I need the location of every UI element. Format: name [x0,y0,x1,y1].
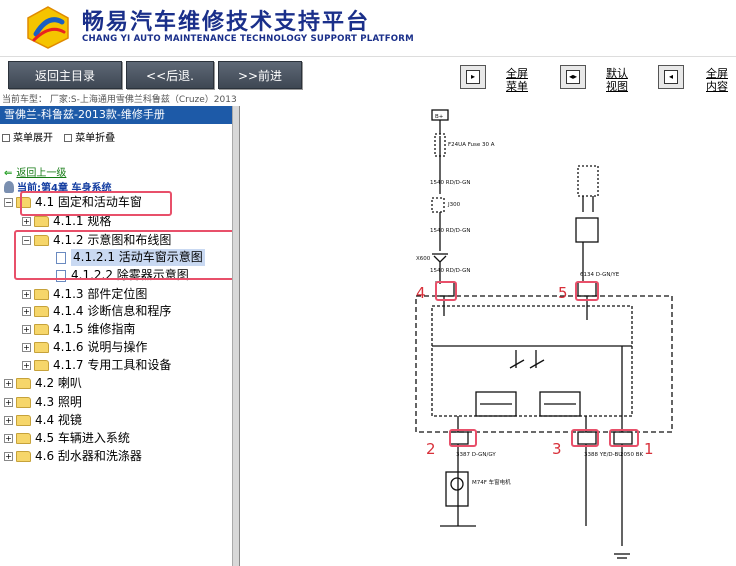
fullscreen-content-link[interactable]: 全屏 内容 [700,67,734,93]
highlight-box [14,230,236,280]
pin-number: 2 [426,440,436,458]
svg-text:2050 BK: 2050 BK [620,452,644,458]
header: 畅易汽车维修技术支持平台 CHANG YI AUTO MAINTENANCE T… [0,0,736,56]
folder-icon [34,306,49,317]
folder-icon [16,415,31,426]
fullscreen-content-icon[interactable]: ◂ [658,65,684,89]
tree-item-4-2[interactable]: +4.2 喇叭 [4,375,82,392]
collapse-toggle-icon[interactable]: − [4,198,13,207]
default-view-link[interactable]: 默认 视图 [600,67,634,93]
svg-text:B+: B+ [435,114,444,120]
manual-title: 雪佛兰-科鲁兹-2013款-维修手册 [0,106,232,124]
expand-toggle-icon[interactable]: + [22,343,31,352]
svg-text:3388 YE/D-BU: 3388 YE/D-BU [584,452,622,458]
catalog-panel: 雪佛兰-科鲁兹-2013款-维修手册 菜单展开 菜单折叠 ⇐ 返回上一级 当前:第… [0,106,236,566]
folder-icon [34,216,49,227]
expand-toggle-icon[interactable]: + [4,398,13,407]
svg-text:1540 RD/D-GN: 1540 RD/D-GN [430,228,470,234]
folder-icon [16,433,31,444]
pin4-highlight [435,281,457,301]
location-icon [4,181,14,193]
forward-button[interactable]: >>前进 [218,61,302,89]
tree-item-4-1-5[interactable]: +4.1.5 维修指南 [22,321,135,338]
folder-icon [34,289,49,300]
expand-toggle-icon[interactable]: + [4,452,13,461]
tree-item-4-1-7[interactable]: +4.1.7 专用工具和设备 [22,357,171,374]
folder-icon [16,397,31,408]
expand-toggle-icon[interactable]: + [22,361,31,370]
folder-icon [34,342,49,353]
back-button[interactable]: <<后退. [126,61,214,89]
fullscreen-menu-link[interactable]: 全屏 菜单 [500,67,534,93]
expand-toggle-icon[interactable]: + [4,434,13,443]
arrow-left-icon: ⇐ [4,168,13,179]
home-button[interactable]: 返回主目录 [8,61,122,89]
wiring-diagram: 4 5 2 3 1 B+ F24UA Fuse 30 A 1540 RD/D-G… [240,106,736,566]
svg-text:3387 D-GN/GY: 3387 D-GN/GY [456,452,496,458]
tree-item-4-4[interactable]: +4.4 视镜 [4,412,82,429]
expand-all-button[interactable]: 菜单展开 [2,129,53,144]
tree-item-4-6[interactable]: +4.6 刮水器和洗涤器 [4,448,142,465]
expand-toggle-icon[interactable]: + [4,379,13,388]
logo-icon [27,6,69,49]
breadcrumb: 当前车型： 厂家:S-上海通用雪佛兰科鲁兹（Cruze）2013 [2,95,237,105]
menu-ops: 菜单展开 菜单折叠 [2,129,123,144]
toolbar: 返回主目录 <<后退. >>前进 ▸ 全屏 菜单 ◂▸ 默认 视图 ◂ 全屏 内… [0,56,736,94]
folder-icon [16,378,31,389]
tree-item-4-1-6[interactable]: +4.1.6 说明与操作 [22,339,147,356]
pin-number: 3 [552,440,562,458]
tree-item-4-1-3[interactable]: +4.1.3 部件定位图 [22,286,147,303]
pin-number: 1 [644,440,654,458]
folder-icon [34,324,49,335]
expand-toggle-icon[interactable]: + [22,290,31,299]
highlight-box [20,191,172,216]
default-view-icon[interactable]: ◂▸ [560,65,586,89]
fullscreen-menu-icon[interactable]: ▸ [460,65,486,89]
svg-text:X600: X600 [416,256,431,262]
expand-toggle-icon[interactable]: + [22,325,31,334]
svg-text:6134 D-GN/YE: 6134 D-GN/YE [580,272,620,278]
tree-item-4-1-4[interactable]: +4.1.4 诊断信息和程序 [22,303,171,320]
collapse-icon [64,134,73,142]
pin-number: 4 [416,284,426,302]
svg-text:F24UA Fuse 30 A: F24UA Fuse 30 A [448,142,495,148]
collapse-all-button[interactable]: 菜单折叠 [64,129,115,144]
folder-icon [34,360,49,371]
expand-toggle-icon[interactable]: + [22,217,31,226]
pin-number: 5 [558,284,568,302]
back-up-link[interactable]: ⇐ 返回上一级 [4,164,66,179]
svg-text:M74F 车窗电机: M74F 车窗电机 [472,478,511,486]
expand-toggle-icon[interactable]: + [22,307,31,316]
site-title: 畅易汽车维修技术支持平台 [82,10,371,35]
svg-text:J300: J300 [447,202,461,208]
app-window: 畅易汽车维修技术支持平台 CHANG YI AUTO MAINTENANCE T… [0,0,736,566]
expand-toggle-icon[interactable]: + [4,416,13,425]
panel-splitter[interactable] [232,106,240,566]
tree-item-4-5[interactable]: +4.5 车辆进入系统 [4,430,130,447]
svg-text:1540 RD/D-GN: 1540 RD/D-GN [430,180,470,186]
folder-icon [16,451,31,462]
expand-icon [2,134,10,142]
svg-text:1540 RD/D-GN: 1540 RD/D-GN [430,268,470,274]
schematic-svg: 4 5 2 3 1 B+ F24UA Fuse 30 A 1540 RD/D-G… [415,109,673,559]
site-subtitle: CHANG YI AUTO MAINTENANCE TECHNOLOGY SUP… [82,34,414,44]
tree-item-4-3[interactable]: +4.3 照明 [4,394,82,411]
